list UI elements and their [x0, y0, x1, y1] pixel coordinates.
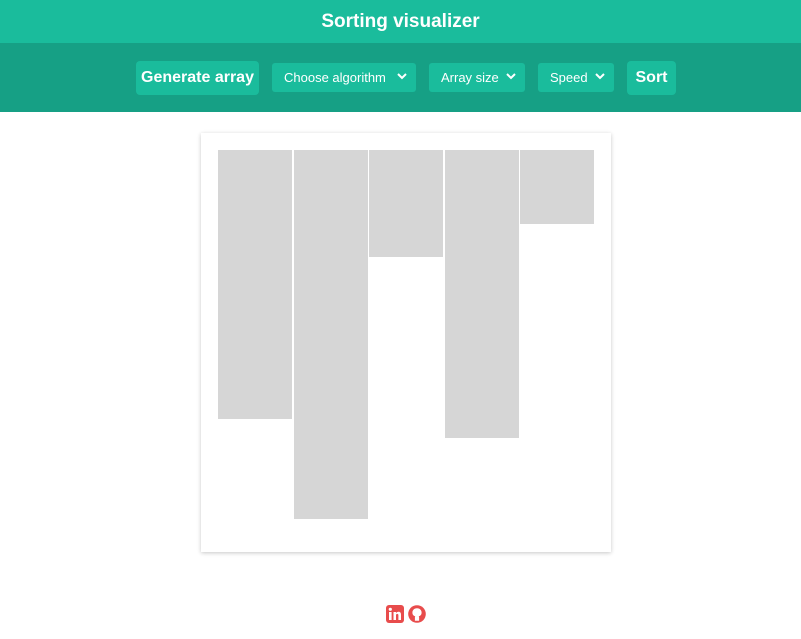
- array-size-select[interactable]: Array size: [429, 63, 525, 92]
- toolbar: Generate array Choose algorithm Array si…: [0, 43, 801, 112]
- footer-links: [386, 605, 426, 625]
- array-bar: [520, 150, 594, 224]
- algorithm-select-label: Choose algorithm: [284, 70, 386, 85]
- array-bar: [293, 150, 368, 519]
- speed-select[interactable]: Speed: [538, 63, 614, 92]
- sort-button[interactable]: Sort: [627, 61, 676, 95]
- github-icon[interactable]: [408, 605, 426, 623]
- chevron-down-icon: [595, 73, 605, 80]
- array-bar: [369, 150, 443, 257]
- array-visualization-panel: [201, 133, 611, 552]
- app-title: Sorting visualizer: [321, 10, 480, 32]
- array-bar: [444, 150, 519, 438]
- chevron-down-icon: [397, 73, 407, 80]
- app-header: Sorting visualizer: [0, 0, 801, 43]
- array-size-select-label: Array size: [441, 70, 499, 85]
- generate-array-button[interactable]: Generate array: [136, 61, 259, 95]
- linkedin-icon[interactable]: [386, 605, 404, 623]
- chevron-down-icon: [506, 73, 516, 80]
- array-bar: [218, 150, 292, 419]
- speed-select-label: Speed: [550, 70, 588, 85]
- algorithm-select[interactable]: Choose algorithm: [272, 63, 416, 92]
